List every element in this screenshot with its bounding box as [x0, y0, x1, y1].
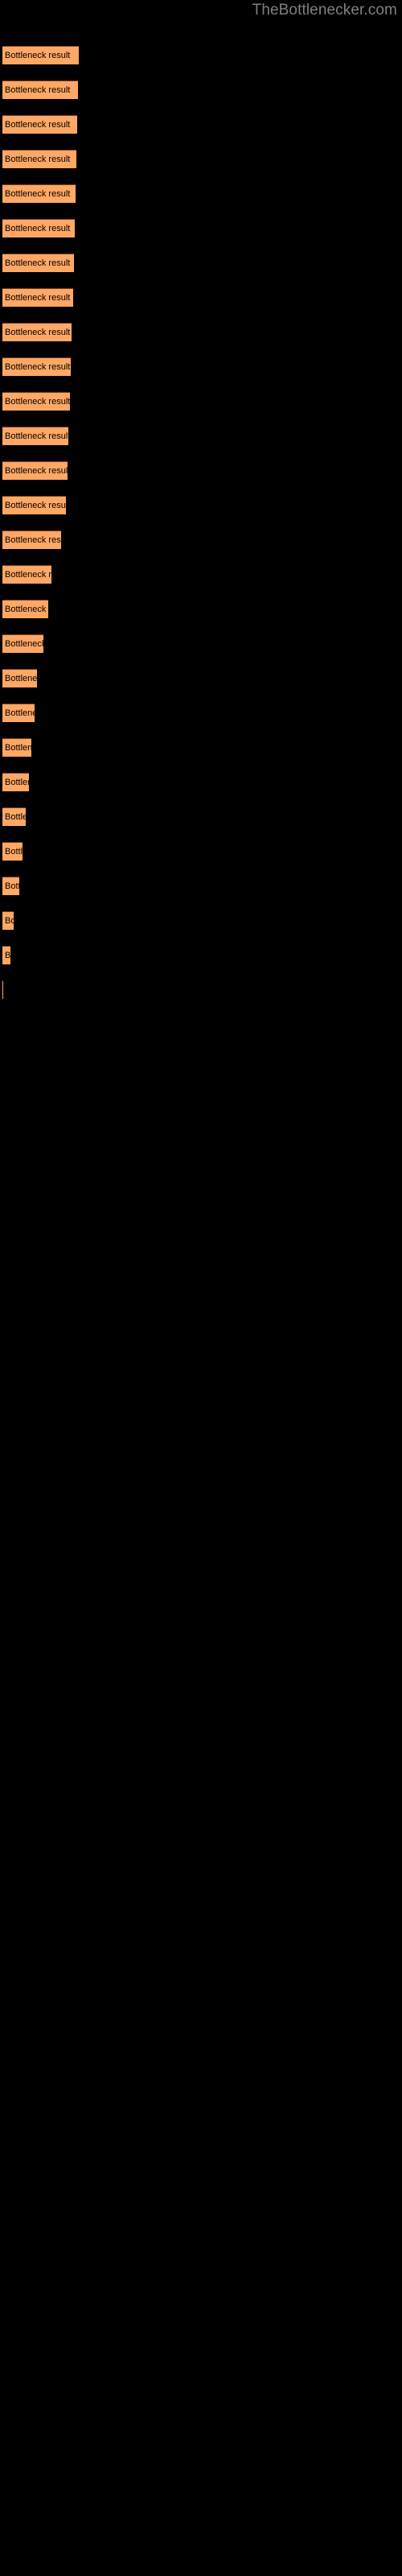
- bottleneck-result-bar[interactable]: Bottleneck result: [2, 288, 73, 307]
- bottleneck-result-bar[interactable]: Bottleneck result: [2, 80, 78, 99]
- bar-label: Bottleneck result: [5, 812, 26, 822]
- bar-row: Bottleneck result: [2, 46, 79, 64]
- bottleneck-result-bar[interactable]: Bottleneck result: [2, 946, 10, 964]
- bar-row: Bottleneck result: [2, 807, 26, 826]
- bottleneck-result-bar[interactable]: Bottleneck result: [2, 392, 70, 411]
- bar-label: Bottleneck result: [5, 535, 61, 545]
- bar-row: Bottleneck result: [2, 669, 37, 687]
- bar-row: Bottleneck result: [2, 738, 31, 757]
- bar-row: Bottleneck result: [2, 184, 76, 203]
- bar-row: Bottleneck result: [2, 980, 3, 999]
- bar-row: Bottleneck result: [2, 530, 61, 549]
- bar-row: Bottleneck result: [2, 219, 75, 237]
- bar-label: Bottleneck result: [5, 951, 10, 960]
- bar-row: Bottleneck result: [2, 842, 23, 861]
- bottleneck-result-bar[interactable]: Bottleneck result: [2, 877, 19, 895]
- bar-row: Bottleneck result: [2, 461, 68, 480]
- bar-row: Bottleneck result: [2, 704, 35, 722]
- bottleneck-result-bar[interactable]: Bottleneck result: [2, 704, 35, 722]
- bottleneck-result-bar[interactable]: Bottleneck result: [2, 911, 14, 930]
- bottleneck-result-bar[interactable]: Bottleneck result: [2, 530, 61, 549]
- bar-label: Bottleneck result: [5, 328, 71, 337]
- bottleneck-result-bar[interactable]: Bottleneck result: [2, 46, 79, 64]
- bar-label: Bottleneck result: [5, 708, 35, 718]
- bar-label: Bottleneck result: [5, 431, 68, 441]
- bar-label: Bottleneck result: [5, 639, 43, 649]
- bar-row: Bottleneck result: [2, 357, 71, 376]
- bar-label: Bottleneck result: [5, 466, 68, 476]
- bar-label: Bottleneck result: [5, 916, 14, 926]
- bottleneck-result-bar[interactable]: Bottleneck result: [2, 184, 76, 203]
- bottleneck-result-bar[interactable]: Bottleneck result: [2, 150, 76, 168]
- bar-label: Bottleneck result: [5, 189, 71, 199]
- bottleneck-result-bar[interactable]: Bottleneck result: [2, 773, 29, 791]
- bar-row: Bottleneck result: [2, 288, 73, 307]
- bar-row: Bottleneck result: [2, 115, 77, 134]
- bar-label: Bottleneck result: [5, 743, 31, 753]
- bar-row: Bottleneck result: [2, 600, 48, 618]
- bar-label: Bottleneck result: [5, 570, 51, 580]
- bar-row: Bottleneck result: [2, 392, 70, 411]
- bar-label: Bottleneck result: [5, 881, 19, 891]
- bar-label: Bottleneck result: [5, 847, 23, 857]
- bottleneck-result-bar[interactable]: Bottleneck result: [2, 427, 68, 445]
- bar-row: Bottleneck result: [2, 80, 78, 99]
- bottleneck-result-bar[interactable]: Bottleneck result: [2, 357, 71, 376]
- bottleneck-result-bar[interactable]: Bottleneck result: [2, 807, 26, 826]
- bar-label: Bottleneck result: [5, 293, 71, 303]
- bottleneck-result-bar[interactable]: Bottleneck result: [2, 842, 23, 861]
- bottleneck-result-bar[interactable]: Bottleneck result: [2, 461, 68, 480]
- bottleneck-result-bar[interactable]: Bottleneck result: [2, 565, 51, 584]
- bottleneck-result-bar[interactable]: Bottleneck result: [2, 496, 66, 514]
- bar-label: Bottleneck result: [5, 224, 71, 233]
- bar-row: Bottleneck result: [2, 323, 72, 341]
- bottleneck-result-bar[interactable]: Bottleneck result: [2, 980, 3, 999]
- bar-label: Bottleneck result: [5, 258, 71, 268]
- bottleneck-result-bar[interactable]: Bottleneck result: [2, 634, 43, 653]
- bar-row: Bottleneck result: [2, 911, 14, 930]
- bottleneck-result-bar[interactable]: Bottleneck result: [2, 219, 75, 237]
- bar-row: Bottleneck result: [2, 634, 43, 653]
- bar-label: Bottleneck result: [5, 362, 71, 372]
- bar-row: Bottleneck result: [2, 496, 66, 514]
- bottleneck-result-bar[interactable]: Bottleneck result: [2, 115, 77, 134]
- bar-label: Bottleneck result: [5, 501, 66, 510]
- bottleneck-result-bar[interactable]: Bottleneck result: [2, 600, 48, 618]
- chart-root: TheBottlenecker.com Bottleneck result Bot…: [0, 0, 402, 2576]
- bottleneck-result-bar[interactable]: Bottleneck result: [2, 254, 74, 272]
- bar-row: Bottleneck result: [2, 877, 19, 895]
- bar-label: Bottleneck result: [5, 778, 29, 787]
- bar-label: Bottleneck result: [5, 155, 71, 164]
- bar-row: Bottleneck result: [2, 946, 10, 964]
- bottleneck-result-bar[interactable]: Bottleneck result: [2, 323, 72, 341]
- bar-row: Bottleneck result: [2, 773, 29, 791]
- bar-label: Bottleneck result: [5, 674, 37, 683]
- bottleneck-result-bar[interactable]: Bottleneck result: [2, 738, 31, 757]
- bottleneck-result-bar[interactable]: Bottleneck result: [2, 669, 37, 687]
- bar-row: Bottleneck result: [2, 254, 74, 272]
- bar-row: Bottleneck result: [2, 427, 68, 445]
- bar-row: Bottleneck result: [2, 150, 76, 168]
- bar-label: Bottleneck result: [5, 120, 71, 130]
- bar-label: Bottleneck result: [5, 605, 48, 614]
- bar-chart-bars: Bottleneck result Bottleneck result Bottle…: [0, 0, 402, 2576]
- bar-label: Bottleneck result: [5, 397, 70, 407]
- bar-label: Bottleneck result: [5, 85, 71, 95]
- bar-row: Bottleneck result: [2, 565, 51, 584]
- bar-label: Bottleneck result: [5, 51, 71, 60]
